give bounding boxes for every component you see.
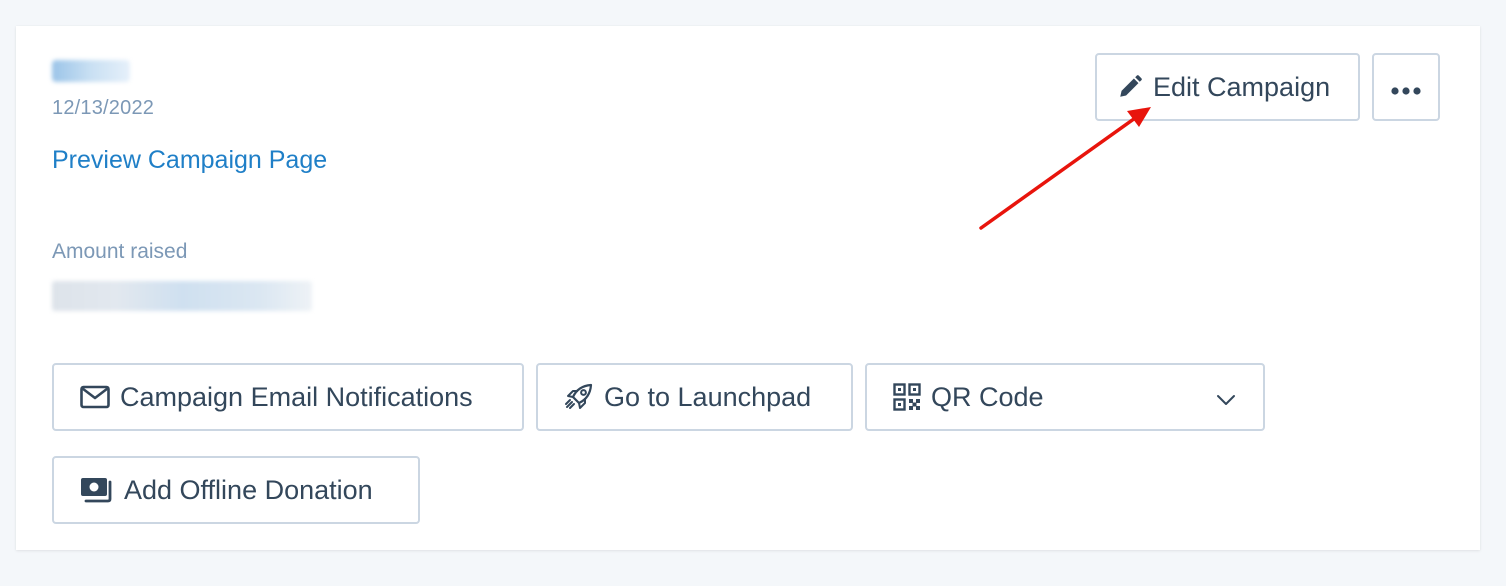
email-notifications-label: Campaign Email Notifications <box>120 381 473 412</box>
envelope-icon <box>80 385 110 409</box>
ellipsis-icon <box>1390 72 1422 103</box>
qr-code-icon <box>893 383 921 411</box>
money-icon <box>80 476 114 504</box>
campaign-email-notifications-button[interactable]: Campaign Email Notifications <box>52 363 524 431</box>
edit-campaign-button[interactable]: Edit Campaign <box>1095 53 1360 121</box>
go-to-launchpad-button[interactable]: Go to Launchpad <box>536 363 853 431</box>
edit-campaign-label: Edit Campaign <box>1153 71 1331 102</box>
amount-raised-label: Amount raised <box>52 240 188 263</box>
chevron-down-icon <box>1215 387 1237 418</box>
campaign-date: 12/13/2022 <box>52 97 155 119</box>
launchpad-label: Go to Launchpad <box>604 381 812 412</box>
campaign-card: 12/13/2022 Preview Campaign Page Amount … <box>16 26 1480 550</box>
qr-code-label: QR Code <box>931 381 1044 412</box>
more-actions-button[interactable] <box>1372 53 1440 121</box>
add-offline-donation-button[interactable]: Add Offline Donation <box>52 456 420 524</box>
amount-raised-value-redacted <box>52 281 312 311</box>
offline-donation-label: Add Offline Donation <box>124 474 373 505</box>
rocket-icon <box>564 382 594 412</box>
campaign-title-redacted <box>52 60 130 82</box>
qr-code-dropdown[interactable]: QR Code <box>865 363 1265 431</box>
preview-campaign-link[interactable]: Preview Campaign Page <box>52 146 327 175</box>
pencil-icon <box>1117 74 1143 100</box>
